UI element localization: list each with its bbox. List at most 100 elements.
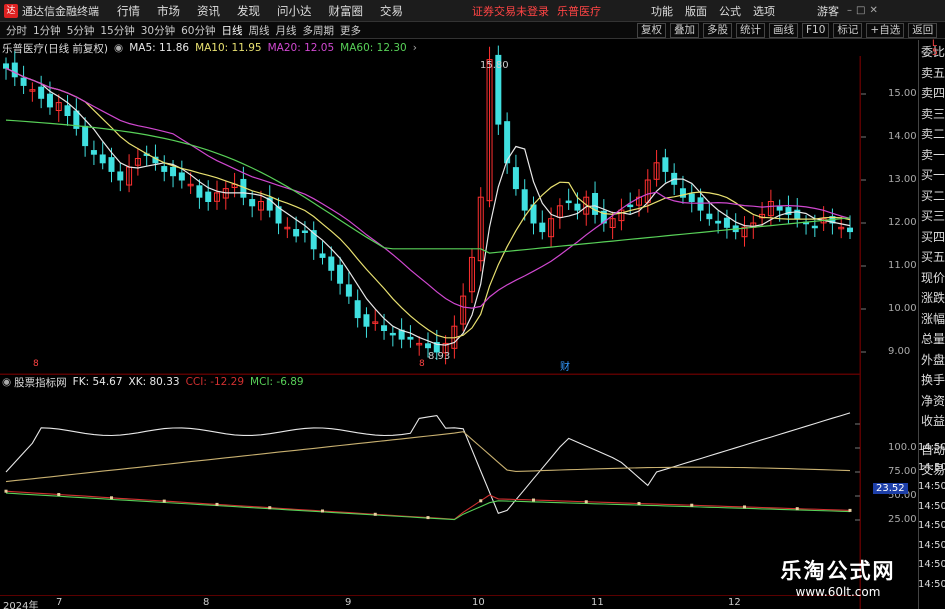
guest-label[interactable]: 游客 [817, 3, 839, 19]
candle-body [249, 199, 256, 207]
cci-dot [4, 489, 8, 493]
stats-button[interactable]: 统计 [736, 22, 765, 38]
date-tick: 7 [56, 597, 63, 608]
ma60-line [5, 119, 851, 254]
candle-body [741, 226, 748, 238]
candle-body [618, 209, 625, 222]
stock-name: 乐普医疗(日线 前复权) [2, 42, 109, 55]
period-more[interactable]: 更多 [340, 23, 361, 38]
title-bar: 达 通达信金融终端 行情 市场 资讯 发现 问小达 财富圈 交易 证券交易未登录… [0, 0, 945, 22]
date-axis: 2024年 7 8 9 10 11 12 [0, 595, 860, 609]
time-label: 14:50 [918, 578, 945, 590]
menu-ask[interactable]: 问小达 [277, 3, 312, 19]
candle-body [11, 62, 18, 78]
candle-body [29, 89, 36, 92]
period-week[interactable]: 周线 [249, 23, 270, 38]
menu-trade[interactable]: 交易 [380, 3, 403, 19]
menu-quotes[interactable]: 行情 [117, 3, 140, 19]
app-title: 通达信金融终端 [22, 4, 99, 18]
period-30m[interactable]: 30分钟 [141, 23, 175, 38]
menu-wealth[interactable]: 财富圈 [329, 3, 364, 19]
candle-body [20, 77, 27, 86]
watermark-title: 乐淘公式网 [780, 559, 896, 583]
candle-body [451, 325, 458, 349]
period-1m[interactable]: 1分钟 [33, 23, 61, 38]
more-arrow-icon[interactable]: › [413, 42, 417, 54]
sidebar-item: 买三 [921, 209, 945, 223]
candle-body [257, 201, 264, 211]
sidebar-item: 净资 [921, 393, 945, 408]
period-5m[interactable]: 5分钟 [67, 23, 95, 38]
ma20-line [5, 67, 851, 309]
candle-body [134, 158, 141, 166]
candle-body [679, 188, 686, 198]
candle-body [592, 192, 599, 215]
multi-stock-button[interactable]: 多股 [703, 22, 732, 38]
back-button[interactable]: 返回 [908, 22, 938, 38]
candle-body [847, 227, 853, 233]
candle-body [345, 284, 352, 297]
indicator-name[interactable]: 股票指标网 [14, 375, 67, 390]
indicator-bar: ◉ 股票指标网 FK: 54.67 XK: 80.33 CCI: -12.29 … [0, 374, 860, 389]
candle-body [504, 121, 511, 164]
candle-body [829, 216, 836, 224]
adjust-button[interactable]: 复权 [637, 22, 666, 38]
menu-news[interactable]: 资讯 [197, 3, 220, 19]
ma10-value: MA10: 11.95 [195, 42, 262, 54]
marker-left: 8 [33, 359, 39, 369]
period-day[interactable]: 日线 [222, 23, 243, 38]
candle-body [240, 178, 247, 198]
draw-button[interactable]: 画线 [769, 22, 798, 38]
period-15m[interactable]: 15分钟 [100, 23, 134, 38]
stock-link[interactable]: 乐普医疗 [557, 3, 601, 19]
f10-button[interactable]: F10 [802, 22, 830, 38]
menu-function[interactable]: 功能 [651, 3, 673, 19]
menu-options[interactable]: 选项 [753, 3, 775, 19]
sidebar-item: 卖四 [921, 86, 945, 100]
time-label: 14:50 [918, 481, 945, 492]
cci-dot [110, 496, 113, 500]
candle-body [284, 226, 291, 230]
candle-body [723, 217, 730, 228]
period-multi[interactable]: 多周期 [303, 23, 335, 38]
ma-toggle-icon[interactable]: ◉ [114, 42, 123, 54]
candle-body [750, 222, 757, 228]
period-60m[interactable]: 60分钟 [181, 23, 215, 38]
candle-body [55, 102, 62, 112]
candle-body [389, 332, 396, 336]
xk-line [5, 431, 851, 483]
menu-layout[interactable]: 版面 [685, 3, 707, 19]
login-status-link[interactable]: 证券交易未登录 [472, 3, 549, 19]
indicator-current-value: 23.52 [873, 483, 908, 494]
date-tick: 2024年 [3, 601, 39, 609]
period-month[interactable]: 月线 [276, 23, 297, 38]
overlay-button[interactable]: 叠加 [670, 22, 699, 38]
menu-discover[interactable]: 发现 [237, 3, 260, 19]
candle-body [38, 86, 45, 99]
window-controls-icon[interactable]: –□✕ [847, 5, 882, 16]
sidebar-item: 买一 [921, 168, 945, 182]
candle-body [627, 204, 634, 208]
candle-body [64, 105, 71, 117]
cci-dot [743, 505, 746, 509]
candle-body [688, 193, 695, 202]
mark-button[interactable]: 标记 [833, 22, 863, 38]
sidebar-item: 卖二 [921, 127, 945, 141]
candle-body [425, 343, 431, 349]
menu-market[interactable]: 市场 [157, 3, 180, 19]
sidebar-item: 收益 [921, 414, 945, 428]
menu-formula[interactable]: 公式 [719, 3, 741, 19]
low-price-label: 8.93 [428, 351, 451, 362]
period-toolbar: 分时 1分钟 5分钟 15分钟 30分钟 60分钟 日线 周线 月线 多周期 更… [0, 22, 945, 39]
candle-body [671, 172, 678, 185]
candle-body [662, 157, 669, 172]
add-watchlist-button[interactable]: +自选 [866, 22, 905, 38]
price-tick: 11.00 [888, 260, 917, 271]
candle-body [143, 153, 150, 156]
candle-body [556, 205, 563, 218]
indicator-toggle-icon[interactable]: ◉ [2, 376, 11, 388]
price-tick: 14.00 [888, 131, 917, 142]
kline-chart[interactable] [0, 0, 945, 609]
period-tick[interactable]: 分时 [6, 23, 27, 38]
time-label: 14:50 [918, 461, 945, 473]
